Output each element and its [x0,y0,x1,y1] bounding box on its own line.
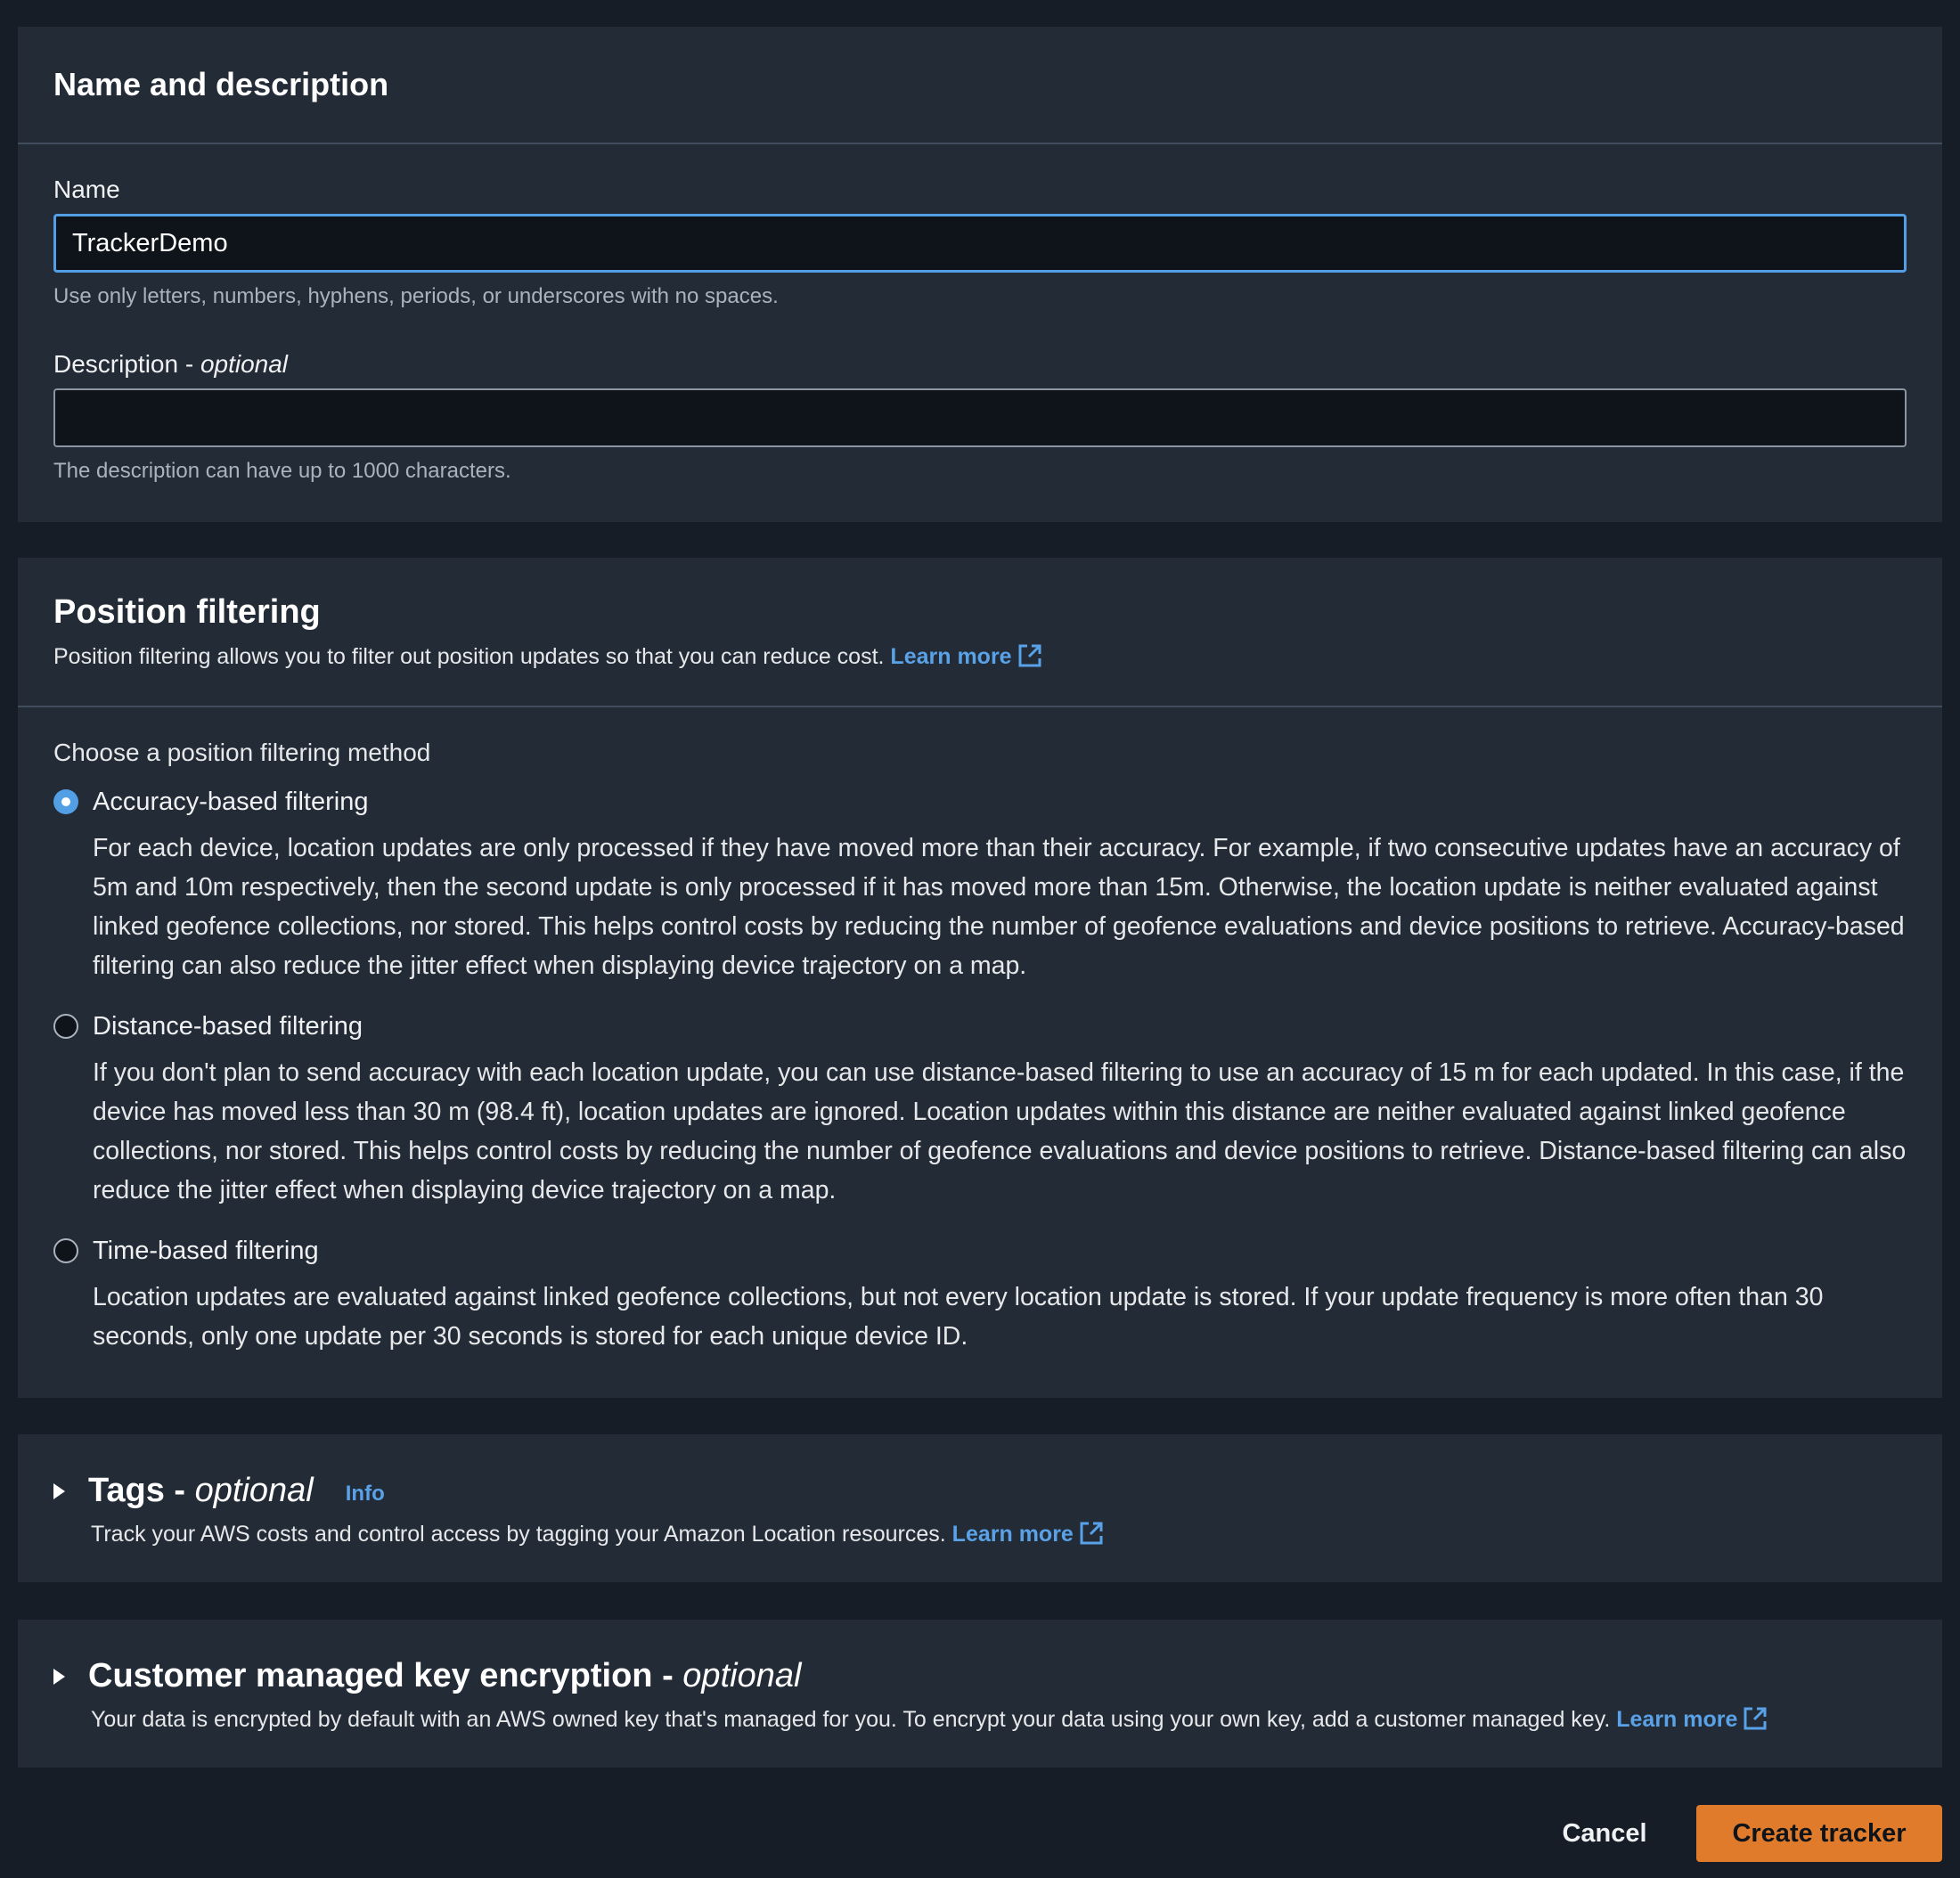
tags-panel: Tags - optional Info Track your AWS cost… [18,1434,1942,1582]
radio-icon[interactable] [53,789,78,814]
external-link-icon [1018,644,1041,667]
description-hint: The description can have up to 1000 char… [53,459,511,483]
info-link[interactable]: Info [346,1482,385,1506]
learn-more-link[interactable]: Learn more [890,644,1041,669]
cmk-title: Customer managed key encryption - option… [88,1657,802,1694]
cmk-encryption-panel: Customer managed key encryption - option… [18,1620,1942,1768]
name-field: Name Use only letters, numbers, hyphens,… [53,175,1907,310]
description-input[interactable] [53,388,1907,447]
cmk-description: Your data is encrypted by default with a… [91,1704,1907,1735]
caret-right-icon[interactable] [53,1668,65,1685]
radio-label: Accuracy-based filtering [93,787,369,816]
radio-time-based[interactable]: Time-based filtering Location updates ar… [53,1233,1907,1356]
name-description-panel: Name and description Name Use only lette… [18,27,1942,522]
divider [18,143,1942,144]
radio-accuracy-based[interactable]: Accuracy-based filtering For each device… [53,784,1907,985]
caret-right-icon[interactable] [53,1482,65,1499]
position-filtering-subtitle: Position filtering allows you to filter … [53,642,1907,671]
radio-label: Distance-based filtering [93,1011,363,1041]
tags-description: Track your AWS costs and control access … [91,1519,1907,1549]
radio-label: Time-based filtering [93,1236,319,1265]
tags-title: Tags - optional [88,1472,314,1509]
page: Name and description Name Use only lette… [0,0,1960,1878]
divider [18,706,1942,707]
cancel-button[interactable]: Cancel [1538,1805,1671,1862]
radio-distance-based[interactable]: Distance-based filtering If you don't pl… [53,1008,1907,1210]
filtering-method-label: Choose a position filtering method [53,739,431,766]
create-tracker-button[interactable]: Create tracker [1696,1805,1942,1862]
panel-header: Name and description [18,27,1942,143]
position-filtering-panel: Position filtering Position filtering al… [18,558,1942,1398]
cmk-header[interactable]: Customer managed key encryption - option… [18,1620,1942,1735]
radio-icon[interactable] [53,1238,78,1263]
radio-description: If you don't plan to send accuracy with … [93,1058,1907,1204]
description-field: Description - optional The description c… [53,349,1907,485]
radio-icon[interactable] [53,1014,78,1039]
learn-more-link[interactable]: Learn more [952,1522,1104,1547]
name-label: Name [53,176,120,203]
external-link-icon [1080,1522,1103,1545]
optional-label: optional [200,350,289,378]
position-filtering-title: Position filtering [53,593,321,631]
radio-description: For each device, location updates are on… [93,834,1905,980]
description-label: Description - optional [53,350,289,378]
radio-description: Location updates are evaluated against l… [93,1283,1824,1351]
name-hint: Use only letters, numbers, hyphens, peri… [53,284,779,308]
tags-header[interactable]: Tags - optional Info Track your AWS cost… [18,1434,1942,1549]
name-description-title: Name and description [53,66,389,102]
learn-more-link[interactable]: Learn more [1616,1707,1768,1732]
panel-header: Position filtering Position filtering al… [18,558,1942,706]
name-input[interactable] [53,214,1907,273]
external-link-icon [1744,1707,1767,1730]
